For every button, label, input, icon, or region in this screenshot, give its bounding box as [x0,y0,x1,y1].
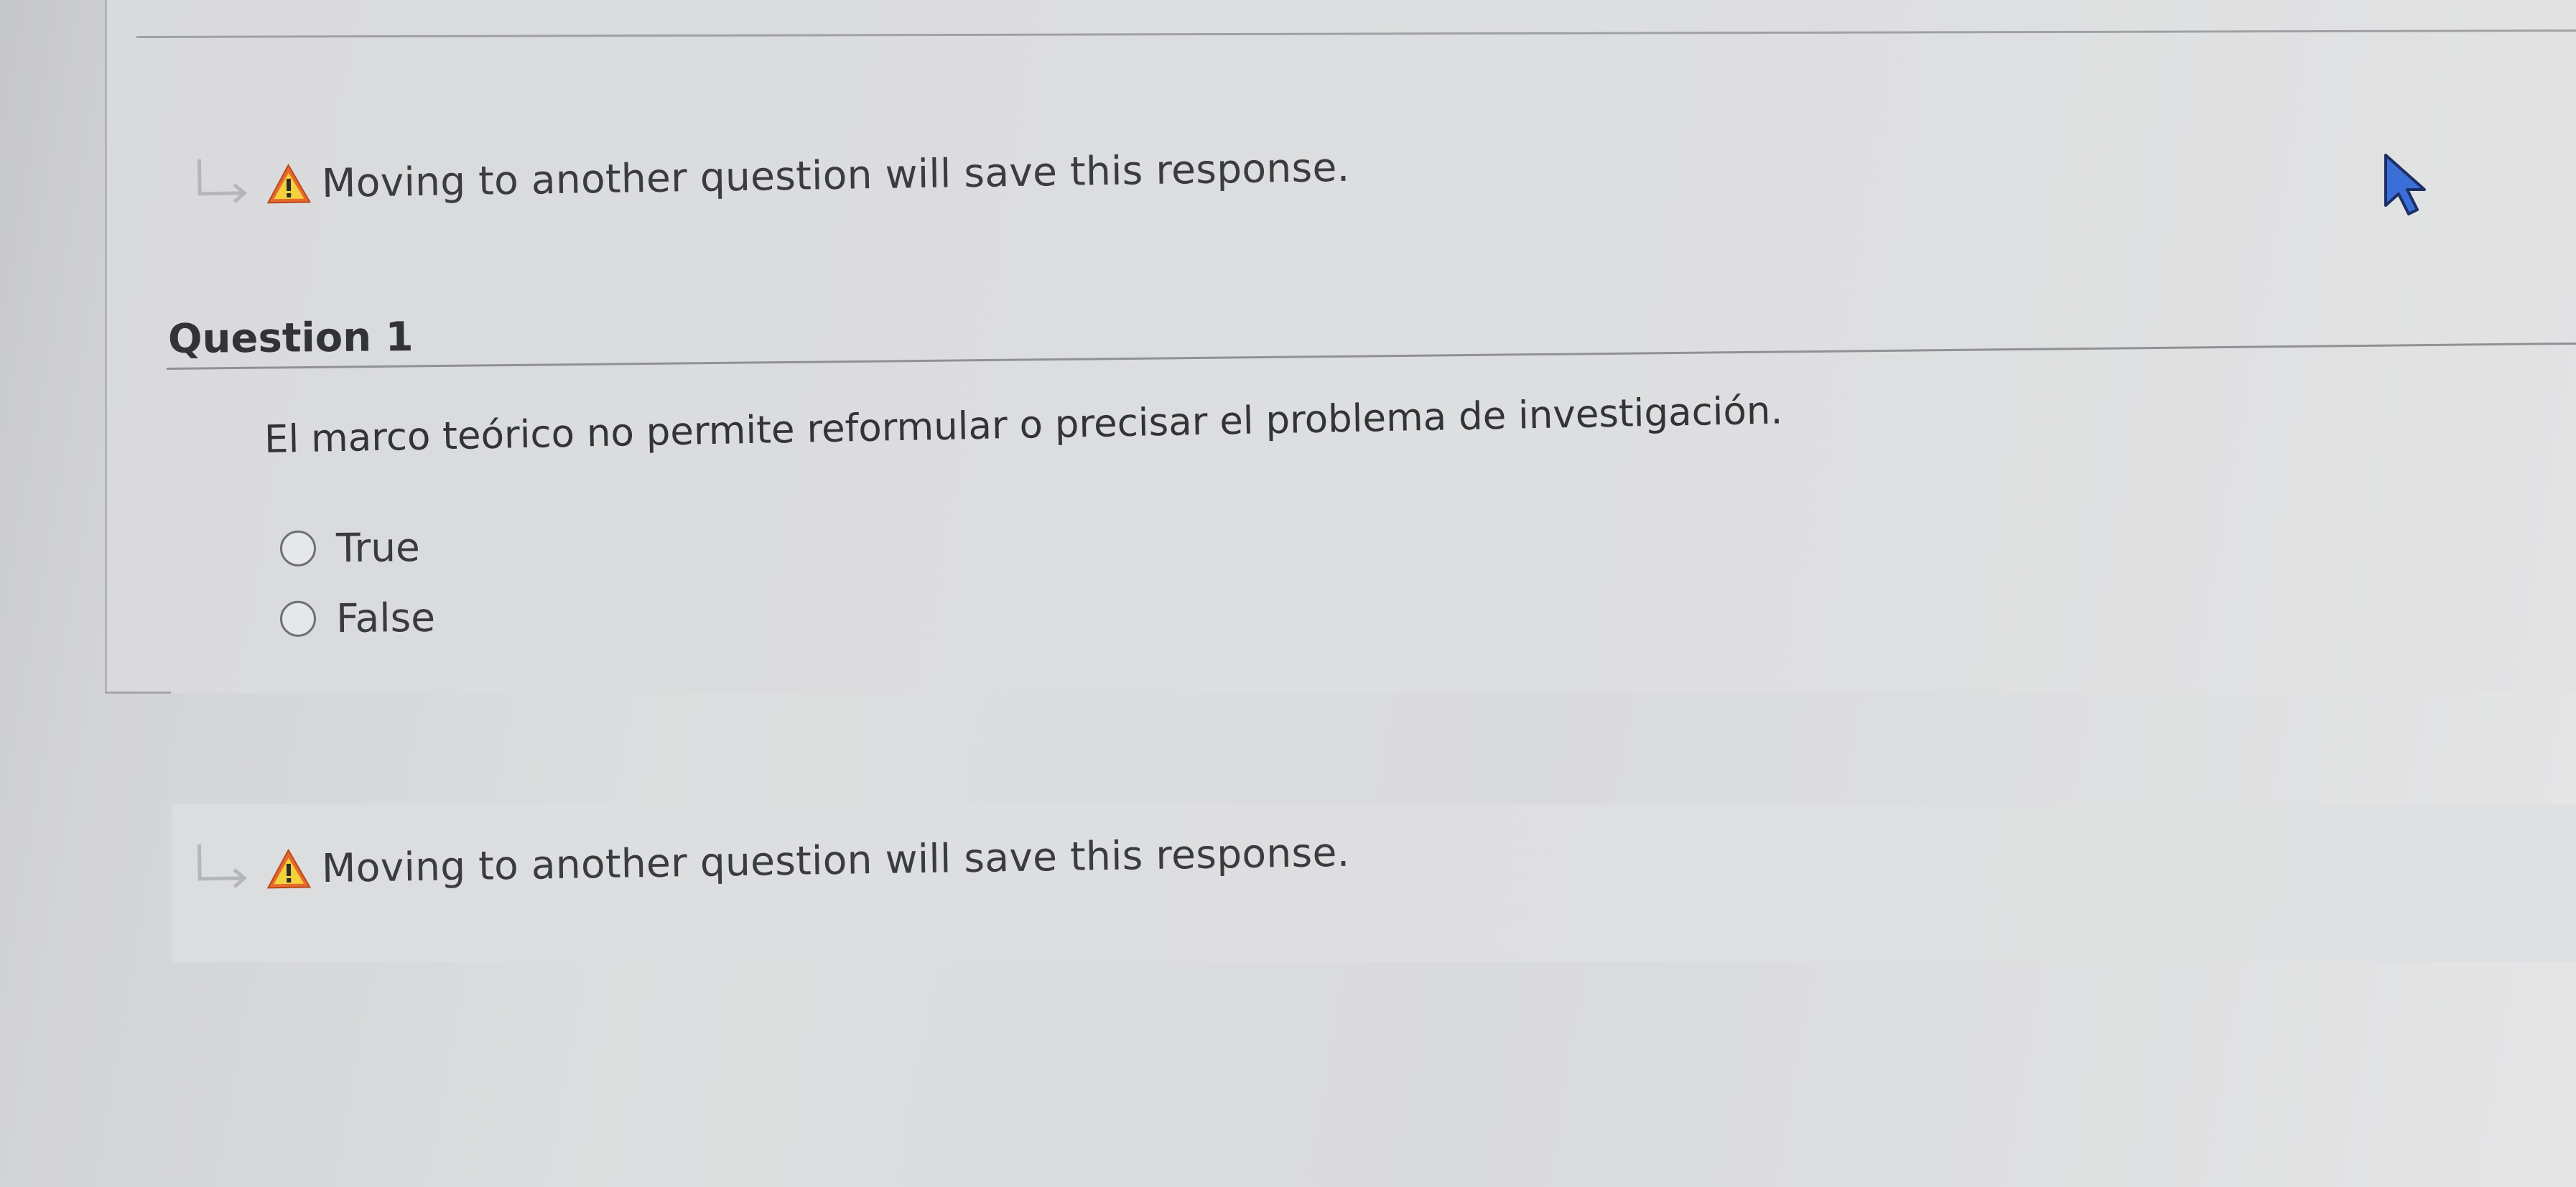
mouse-cursor-icon [2384,154,2426,215]
option-label-true[interactable]: True [336,524,420,571]
panel-bottom-border [105,692,171,694]
radio-true[interactable] [279,530,317,567]
option-label-false[interactable]: False [336,595,436,641]
panel-left-border [105,0,107,693]
warning-icon [266,163,312,204]
save-notice-text: Moving to another question will save thi… [321,829,1350,892]
screen-background: Moving to another question will save thi… [0,0,2576,1187]
return-arrow-icon [197,844,248,888]
save-notice-text: Moving to another question will save thi… [321,144,1350,207]
option-false[interactable]: False [279,595,436,642]
option-true[interactable]: True [279,524,420,572]
radio-false[interactable] [279,600,317,637]
question-title: Question 1 [167,314,414,363]
return-arrow-icon [197,159,248,203]
warning-icon [266,848,312,889]
